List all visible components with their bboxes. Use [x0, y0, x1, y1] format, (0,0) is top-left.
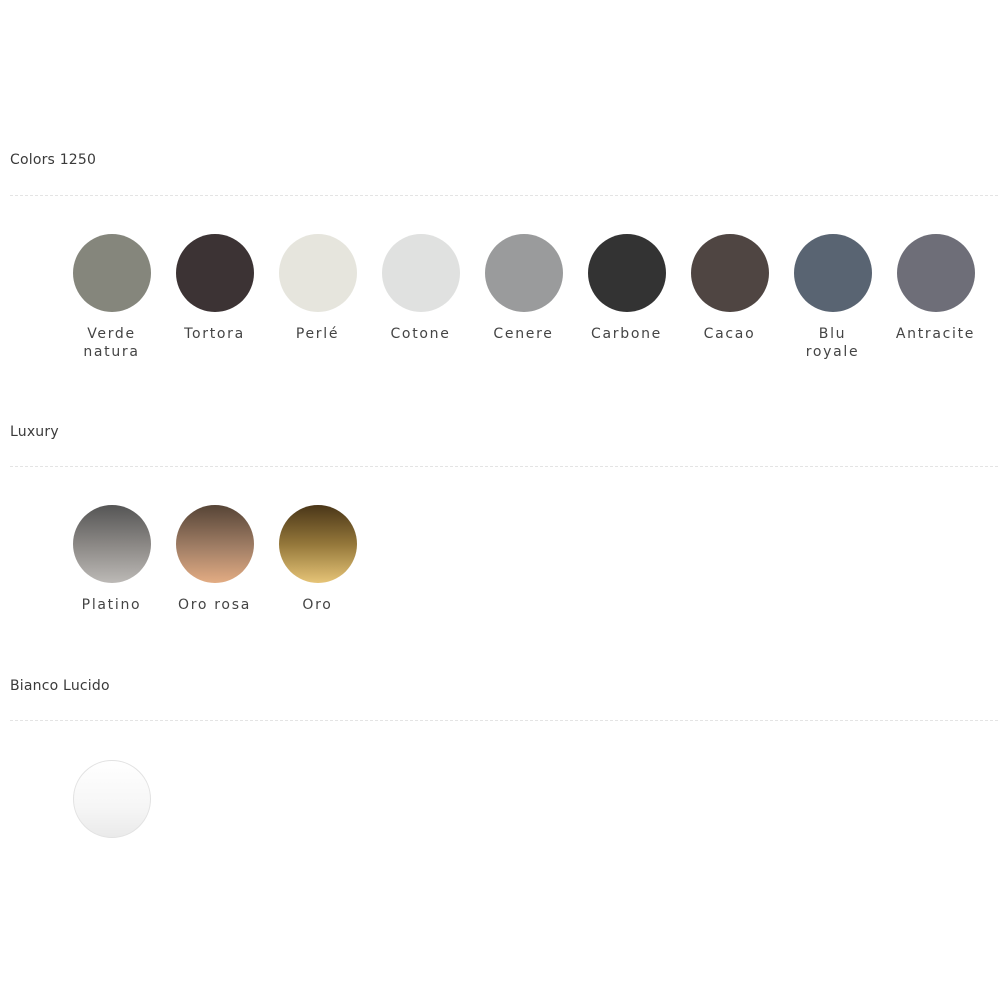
swatch-circle[interactable]	[72, 234, 151, 312]
color-swatch[interactable]: Platino	[60, 505, 163, 614]
swatch-label: Cacao	[703, 326, 756, 342]
color-swatch[interactable]: Cenere	[472, 234, 575, 361]
color-swatch[interactable]: Perlé	[266, 234, 369, 361]
swatch-label: Tortora	[184, 326, 245, 342]
swatch-circle[interactable]	[484, 234, 563, 312]
color-swatch[interactable]	[60, 760, 163, 851]
swatch-row-colors-1250: Verde natura Tortora Perlé Cotone Cenere Carbo…	[60, 234, 987, 361]
swatch-circle[interactable]	[381, 234, 460, 312]
section-divider	[10, 466, 998, 467]
swatch-label: Blu royale	[805, 326, 860, 360]
swatch-circle[interactable]	[690, 234, 769, 312]
swatch-row-bianco-lucido	[60, 760, 163, 851]
swatch-label: Perlé	[295, 326, 340, 342]
swatch-label: Cotone	[390, 326, 451, 342]
swatch-circle[interactable]	[278, 234, 357, 312]
swatch-circle[interactable]	[896, 234, 975, 312]
swatch-circle[interactable]	[793, 234, 872, 312]
swatch-circle[interactable]	[72, 760, 151, 838]
swatch-label: Oro	[302, 597, 333, 613]
color-swatch[interactable]: Oro	[266, 505, 369, 614]
swatch-label: Antracite	[895, 326, 976, 342]
swatch-label: Verde natura	[83, 326, 140, 360]
swatch-circle[interactable]	[278, 505, 357, 583]
swatch-label: Cenere	[493, 326, 554, 342]
swatch-circle[interactable]	[175, 505, 254, 583]
swatch-label: Oro rosa	[178, 597, 251, 613]
section-divider	[10, 720, 998, 721]
swatch-circle[interactable]	[72, 505, 151, 583]
swatch-label: Platino	[81, 597, 142, 613]
color-swatch[interactable]: Tortora	[163, 234, 266, 361]
color-swatch[interactable]: Oro rosa	[163, 505, 266, 614]
color-swatch[interactable]: Antracite	[884, 234, 987, 361]
color-swatch[interactable]: Carbone	[575, 234, 678, 361]
color-swatch[interactable]: Cotone	[369, 234, 472, 361]
swatch-circle[interactable]	[175, 234, 254, 312]
section-title-luxury: Luxury	[10, 424, 59, 440]
section-title-bianco-lucido: Bianco Lucido	[10, 678, 110, 694]
color-swatch[interactable]: Blu royale	[781, 234, 884, 361]
color-options-page: Colors 1250 Verde natura Tortora Perlé Coton…	[0, 0, 1000, 1000]
swatch-label: Carbone	[591, 326, 662, 342]
color-swatch[interactable]: Cacao	[678, 234, 781, 361]
section-title-colors-1250: Colors 1250	[10, 152, 97, 168]
section-divider	[10, 195, 998, 196]
color-swatch[interactable]: Verde natura	[60, 234, 163, 361]
swatch-row-luxury: Platino Oro rosa Oro	[60, 505, 369, 614]
swatch-circle[interactable]	[587, 234, 666, 312]
